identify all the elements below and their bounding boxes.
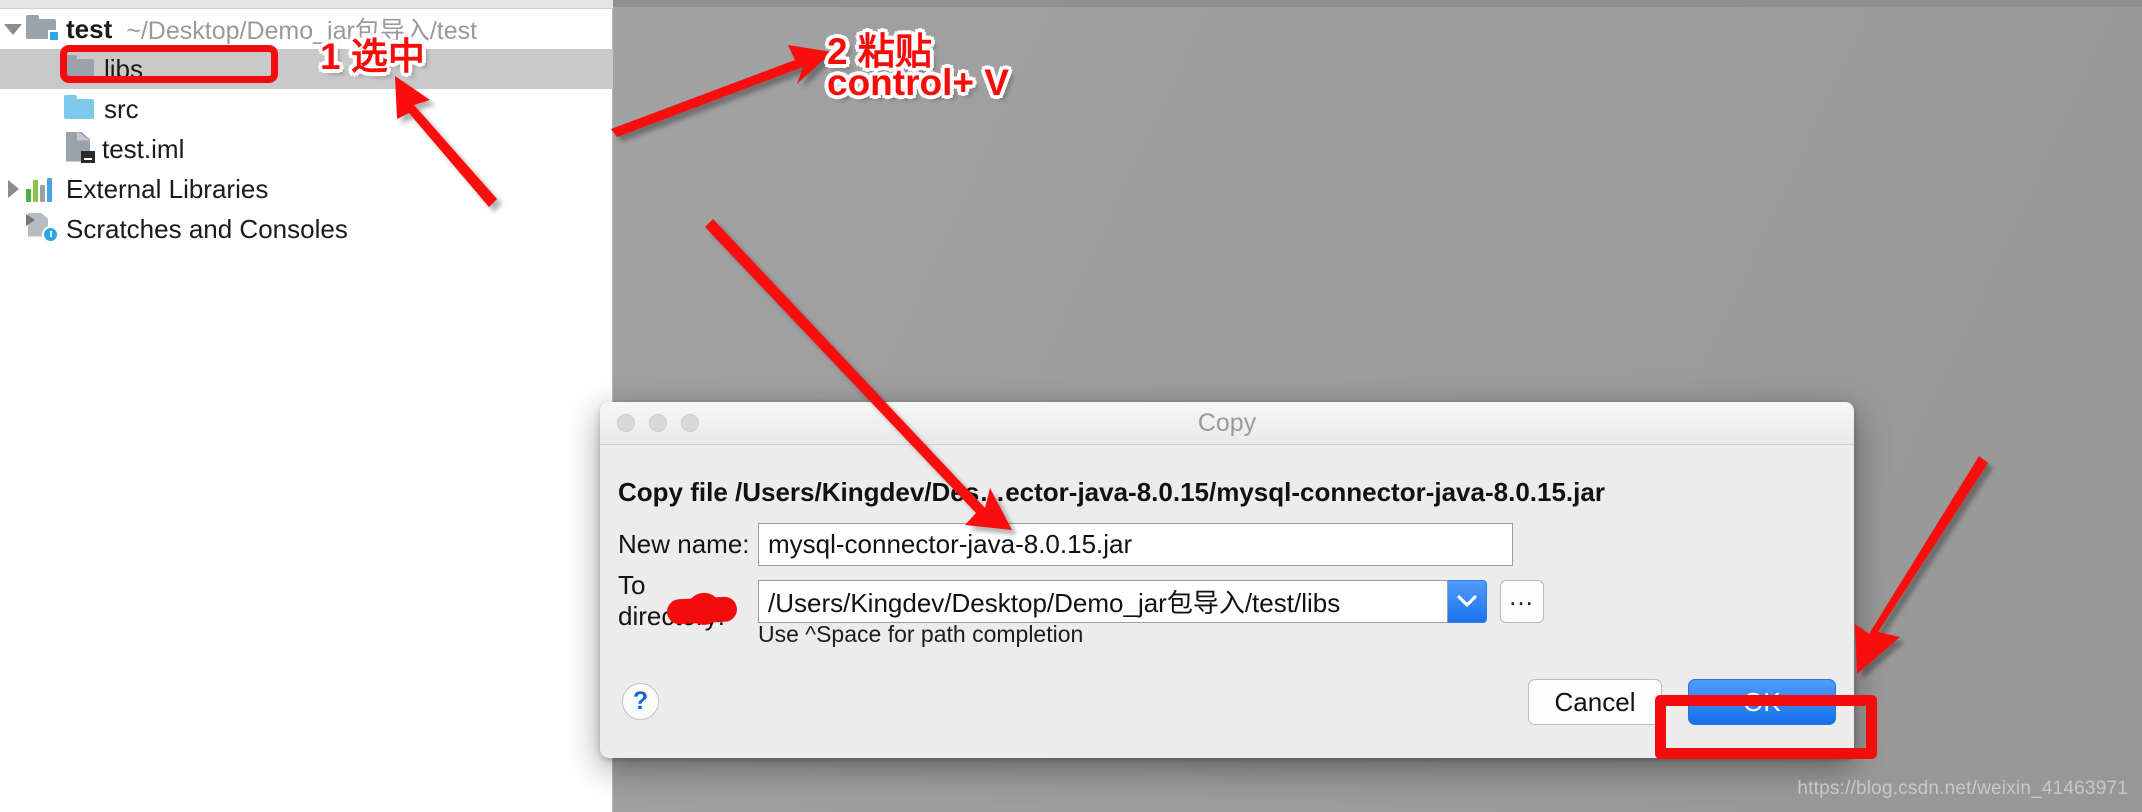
tree-item-label: src <box>104 93 139 124</box>
dialog-button-row: Cancel OK <box>1528 679 1836 725</box>
new-name-input[interactable]: mysql-connector-java-8.0.15.jar <box>758 523 1513 566</box>
tree-item-src[interactable]: src <box>0 89 613 129</box>
copy-dialog: Copy Copy file /Users/Kingdev/Des…ector-… <box>600 402 1854 758</box>
tree-item-label: External Libraries <box>66 173 269 204</box>
screen-root: test ~/Desktop/Demo_jar包导入/test libs src <box>0 0 2142 812</box>
chevron-down-icon[interactable] <box>1448 579 1487 623</box>
tree-item-label: libs <box>104 53 144 84</box>
scratches-icon <box>26 212 59 246</box>
collapse-arrow-icon[interactable] <box>0 180 26 198</box>
tree-item-label: test.iml <box>102 133 185 164</box>
tree-item-libs[interactable]: libs <box>0 49 613 89</box>
project-tool-window: test ~/Desktop/Demo_jar包导入/test libs src <box>0 0 613 812</box>
new-name-row: New name: mysql-connector-java-8.0.15.ja… <box>618 523 1513 566</box>
iml-file-icon <box>66 131 95 167</box>
annotation-step-2-line2: control+ V <box>827 62 1009 103</box>
folder-gray-icon <box>64 54 94 84</box>
dialog-body: Copy file /Users/Kingdev/Des…ector-java-… <box>600 445 1854 758</box>
project-tree[interactable]: test ~/Desktop/Demo_jar包导入/test libs src <box>0 9 613 249</box>
redaction-scribble <box>666 596 738 625</box>
help-button[interactable]: ? <box>622 683 659 720</box>
tree-item-test[interactable]: test ~/Desktop/Demo_jar包导入/test <box>0 9 613 49</box>
tree-item-label: test <box>66 13 113 44</box>
editor-top-divider <box>613 0 2142 7</box>
path-completion-hint: Use ^Space for path completion <box>758 621 1084 647</box>
module-folder-icon <box>26 14 60 44</box>
tree-item-label: Scratches and Consoles <box>66 213 348 244</box>
watermark: https://blog.csdn.net/weixin_41463971 <box>1797 778 2128 799</box>
tree-item-test-iml[interactable]: test.iml <box>0 129 613 169</box>
external-libraries-icon <box>26 176 56 202</box>
dialog-title: Copy <box>1197 409 1257 437</box>
new-name-label: New name: <box>618 529 750 559</box>
tree-item-scratches-and-consoles[interactable]: Scratches and Consoles <box>0 209 613 249</box>
dialog-heading: Copy file /Users/Kingdev/Des…ector-java-… <box>618 477 1605 507</box>
browse-button[interactable]: … <box>1500 579 1544 623</box>
to-directory-input[interactable]: /Users/Kingdev/Desktop/Demo_jar包导入/test/… <box>758 579 1448 623</box>
cancel-button[interactable]: Cancel <box>1528 679 1662 725</box>
expand-arrow-icon[interactable] <box>0 23 26 35</box>
tree-item-external-libraries[interactable]: External Libraries <box>0 169 613 209</box>
project-toolbar-strip <box>0 0 613 9</box>
dialog-titlebar[interactable]: Copy <box>600 402 1854 445</box>
annotation-step-1: 1 选中 <box>320 36 425 77</box>
ok-button[interactable]: OK <box>1688 679 1836 725</box>
folder-blue-icon <box>64 94 94 124</box>
